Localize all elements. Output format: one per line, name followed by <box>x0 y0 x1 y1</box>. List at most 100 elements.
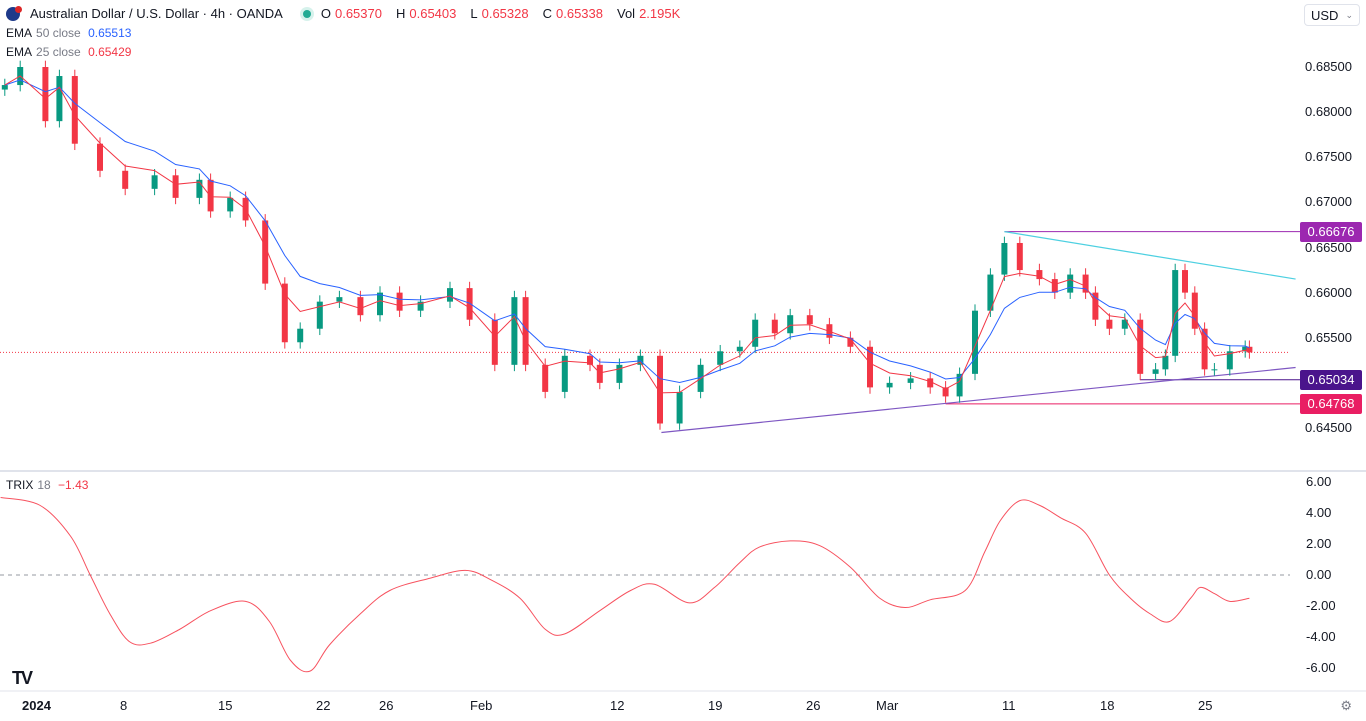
aud-usd-flag-icon <box>6 7 20 21</box>
close-label: C <box>543 6 552 21</box>
time-tick-label: 26 <box>806 698 820 713</box>
candle-down <box>173 175 179 198</box>
candle-down <box>1182 270 1188 293</box>
candle-down <box>42 67 48 121</box>
candle-down <box>208 180 214 212</box>
candle-up <box>297 329 303 343</box>
ema50-params: 50 close <box>36 26 81 40</box>
ema25-params: 25 close <box>36 45 81 59</box>
ema50-value: 0.65513 <box>88 26 131 40</box>
candle-down <box>122 171 128 189</box>
currency-select[interactable]: USD ⌄ <box>1304 4 1360 26</box>
candle-up <box>752 320 758 347</box>
time-tick-label: 22 <box>316 698 330 713</box>
candle-up <box>1211 369 1217 370</box>
candle-down <box>1106 320 1112 329</box>
time-tick-label: 26 <box>379 698 393 713</box>
time-tick-label: 12 <box>610 698 624 713</box>
tradingview-logo[interactable]: TV <box>12 668 31 689</box>
price-tick-label: 0.67500 <box>1305 149 1352 164</box>
candle-down <box>772 320 778 334</box>
trix-value: −1.43 <box>58 478 88 492</box>
open-label: O <box>321 6 331 21</box>
upper-trendline <box>1004 232 1295 279</box>
high-value: 0.65403 <box>409 6 456 21</box>
trix-tick-label: -6.00 <box>1306 660 1336 675</box>
time-tick-label: 8 <box>120 698 127 713</box>
candle-down <box>492 320 498 365</box>
candle-down <box>72 76 78 144</box>
ema-lines <box>5 76 1250 393</box>
price-tick-label: 0.64500 <box>1305 420 1352 435</box>
candle-down <box>1092 293 1098 320</box>
trix-tick-label: 2.00 <box>1306 536 1331 551</box>
price-level-tag[interactable]: 0.64768 <box>1300 394 1362 414</box>
high-label: H <box>396 6 405 21</box>
candle-down <box>1052 279 1058 293</box>
time-tick-label: Mar <box>876 698 898 713</box>
ema50-name: EMA <box>6 26 32 40</box>
candle-up <box>227 198 233 212</box>
open-value: 0.65370 <box>335 6 382 21</box>
time-tick-label: 15 <box>218 698 232 713</box>
chevron-down-icon: ⌄ <box>1345 10 1353 21</box>
currency-value: USD <box>1311 8 1338 23</box>
drawings <box>0 232 1300 433</box>
candle-up <box>377 293 383 316</box>
candle-down <box>542 365 548 392</box>
price-level-tag[interactable]: 0.66676 <box>1300 222 1362 242</box>
ema25-value: 0.65429 <box>88 45 131 59</box>
candle-down <box>1192 293 1198 329</box>
candle-up <box>787 315 793 333</box>
ema25-legend[interactable]: EMA25 close 0.65429 <box>6 45 135 59</box>
candle-up <box>887 383 893 388</box>
candle-down <box>397 293 403 311</box>
candle-up <box>152 175 158 189</box>
price-tick-label: 0.66500 <box>1305 240 1352 255</box>
time-tick-label: 2024 <box>22 698 51 713</box>
candle-up <box>737 347 743 352</box>
trix-legend[interactable]: TRIX18 −1.43 <box>6 478 92 492</box>
candle-up <box>677 392 683 424</box>
close-value: 0.65338 <box>556 6 603 21</box>
trix-tick-label: 4.00 <box>1306 505 1331 520</box>
candle-up <box>336 297 342 302</box>
low-value: 0.65328 <box>482 6 529 21</box>
candle-up <box>908 378 914 383</box>
trix-pane <box>0 498 1290 672</box>
price-tick-label: 0.68000 <box>1305 104 1352 119</box>
trix-tick-label: 0.00 <box>1306 567 1331 582</box>
time-tick-label: 11 <box>1002 698 1016 713</box>
time-tick-label: 19 <box>708 698 722 713</box>
symbol-legend[interactable]: Australian Dollar / U.S. Dollar · 4h · O… <box>6 6 688 21</box>
candle-down <box>467 288 473 320</box>
trix-line <box>1 498 1250 672</box>
candle-down <box>1017 243 1023 270</box>
ema50-legend[interactable]: EMA 50 close 0.65513 <box>6 26 135 40</box>
candle-up <box>1153 369 1159 374</box>
trix-tick-label: -4.00 <box>1306 629 1336 644</box>
candle-down <box>597 365 603 383</box>
time-tick-label: 18 <box>1100 698 1114 713</box>
candle-up <box>1067 275 1073 293</box>
symbol-title[interactable]: Australian Dollar / U.S. Dollar · 4h · O… <box>30 6 283 21</box>
low-label: L <box>470 6 477 21</box>
volume-value: 2.195K <box>639 6 680 21</box>
candle-up <box>616 365 622 383</box>
trix-tick-label: -2.00 <box>1306 598 1336 613</box>
candle-up <box>56 76 62 121</box>
price-tick-label: 0.66000 <box>1305 285 1352 300</box>
candle-up <box>1162 356 1168 370</box>
price-tick-label: 0.68500 <box>1305 59 1352 74</box>
candle-down <box>357 297 363 315</box>
chart-canvas[interactable] <box>0 0 1366 721</box>
settings-icon[interactable]: ⚙ <box>1340 698 1352 714</box>
ema25-line <box>5 76 1250 393</box>
volume-label: Vol <box>617 6 635 21</box>
trix-tick-label: 6.00 <box>1306 474 1331 489</box>
candle-up <box>2 85 8 90</box>
price-tick-label: 0.67000 <box>1305 194 1352 209</box>
candle-up <box>717 351 723 365</box>
price-level-tag[interactable]: 0.65034 <box>1300 370 1362 390</box>
time-tick-label: 25 <box>1198 698 1212 713</box>
